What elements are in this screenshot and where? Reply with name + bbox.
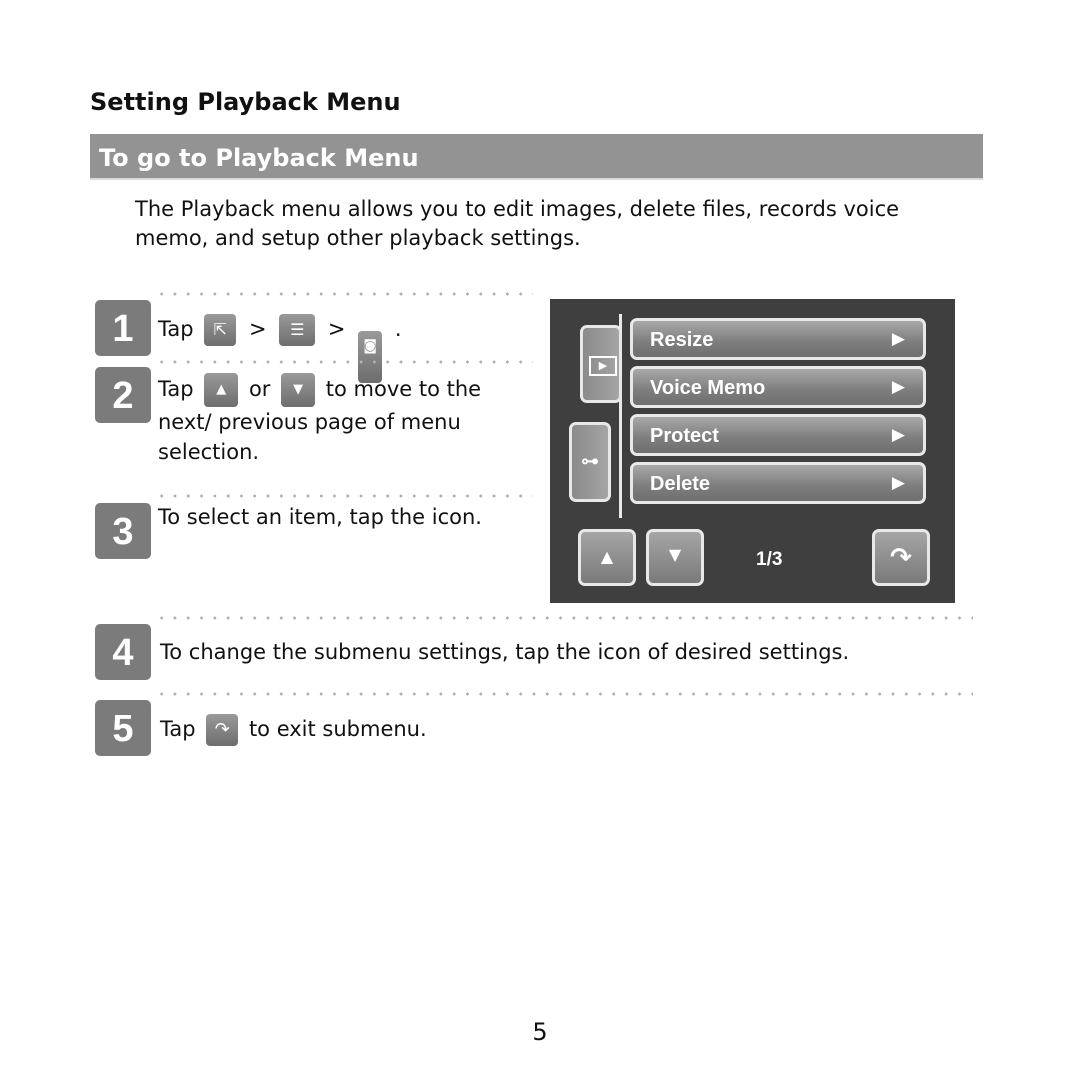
divider <box>155 292 533 296</box>
step-5-suffix: to exit submenu. <box>248 717 427 741</box>
resize-mode-icon: ⇱ <box>204 314 237 346</box>
step-3-text: To select an item, tap the icon. <box>158 505 482 529</box>
playback-icon: ▶ <box>589 356 617 376</box>
up-arrow-icon: ▲ <box>204 373 239 407</box>
menu-item-label: Protect <box>650 425 719 447</box>
step-number-4: 4 <box>95 624 151 680</box>
menu-item-protect[interactable]: Protect ▶ <box>630 414 926 456</box>
up-arrow-icon: ▲ <box>600 547 614 566</box>
step-2-text: Tap ▲ or ▼ to move to the next/ previous… <box>158 373 538 467</box>
chevron-right-icon: ▶ <box>891 377 905 397</box>
divider <box>155 494 533 498</box>
step-4-text: To change the submenu settings, tap the … <box>160 640 850 664</box>
step-2-suffix: to move to the <box>325 377 482 401</box>
step-1-suffix: . <box>394 317 402 341</box>
subsection-header: To go to Playback Menu <box>90 134 983 180</box>
tab-divider <box>619 314 622 518</box>
exit-button[interactable]: ↷ <box>872 529 930 586</box>
separator: > <box>248 317 267 341</box>
down-arrow-icon: ▼ <box>668 545 682 564</box>
intro-paragraph: The Playback menu allows you to edit ima… <box>135 197 900 250</box>
settings-tab[interactable]: ⊶ <box>569 422 611 502</box>
step-2-line2: next/ previous page of menu <box>158 410 461 434</box>
down-arrow-icon: ▼ <box>281 373 316 407</box>
wrench-icon: ⊶ <box>581 451 599 472</box>
page-down-button[interactable]: ▼ <box>646 529 704 586</box>
page-number: 5 <box>532 1018 548 1046</box>
divider <box>155 692 973 696</box>
step-number-5: 5 <box>95 700 151 756</box>
camera-screen: ▶ ⊶ Resize ▶ Voice Memo ▶ Protect ▶ Dele… <box>550 299 955 603</box>
exit-icon: ↷ <box>206 714 239 746</box>
menu-item-delete[interactable]: Delete ▶ <box>630 462 926 504</box>
step-number-3: 3 <box>95 503 151 559</box>
page-indicator: 1/3 <box>756 549 783 570</box>
playback-tab[interactable]: ▶ <box>580 325 622 403</box>
divider <box>155 360 533 364</box>
step-number-1: 1 <box>95 300 151 356</box>
step-5-text: Tap ↷ to exit submenu. <box>160 714 427 746</box>
step-number-2: 2 <box>95 367 151 423</box>
step-2-line3: selection. <box>158 440 260 464</box>
chevron-right-icon: ▶ <box>891 473 905 493</box>
menu-item-label: Voice Memo <box>650 377 766 399</box>
separator: > <box>327 317 346 341</box>
subsection-title: To go to Playback Menu <box>99 144 419 172</box>
step-1-prefix: Tap <box>158 317 194 341</box>
chevron-right-icon: ▶ <box>891 425 905 445</box>
divider <box>155 616 973 620</box>
chevron-right-icon: ▶ <box>891 329 905 349</box>
menu-item-voice-memo[interactable]: Voice Memo ▶ <box>630 366 926 408</box>
step-2-or: or <box>248 377 271 401</box>
step-2-prefix: Tap <box>158 377 194 401</box>
exit-icon: ↷ <box>890 543 912 573</box>
menu-item-resize[interactable]: Resize ▶ <box>630 318 926 360</box>
step-5-prefix: Tap <box>160 717 196 741</box>
page-up-button[interactable]: ▲ <box>578 529 636 586</box>
menu-item-label: Resize <box>650 329 714 351</box>
menu-icon: ☰ <box>279 314 316 346</box>
section-title: Setting Playback Menu <box>90 88 401 116</box>
menu-item-label: Delete <box>650 473 711 495</box>
